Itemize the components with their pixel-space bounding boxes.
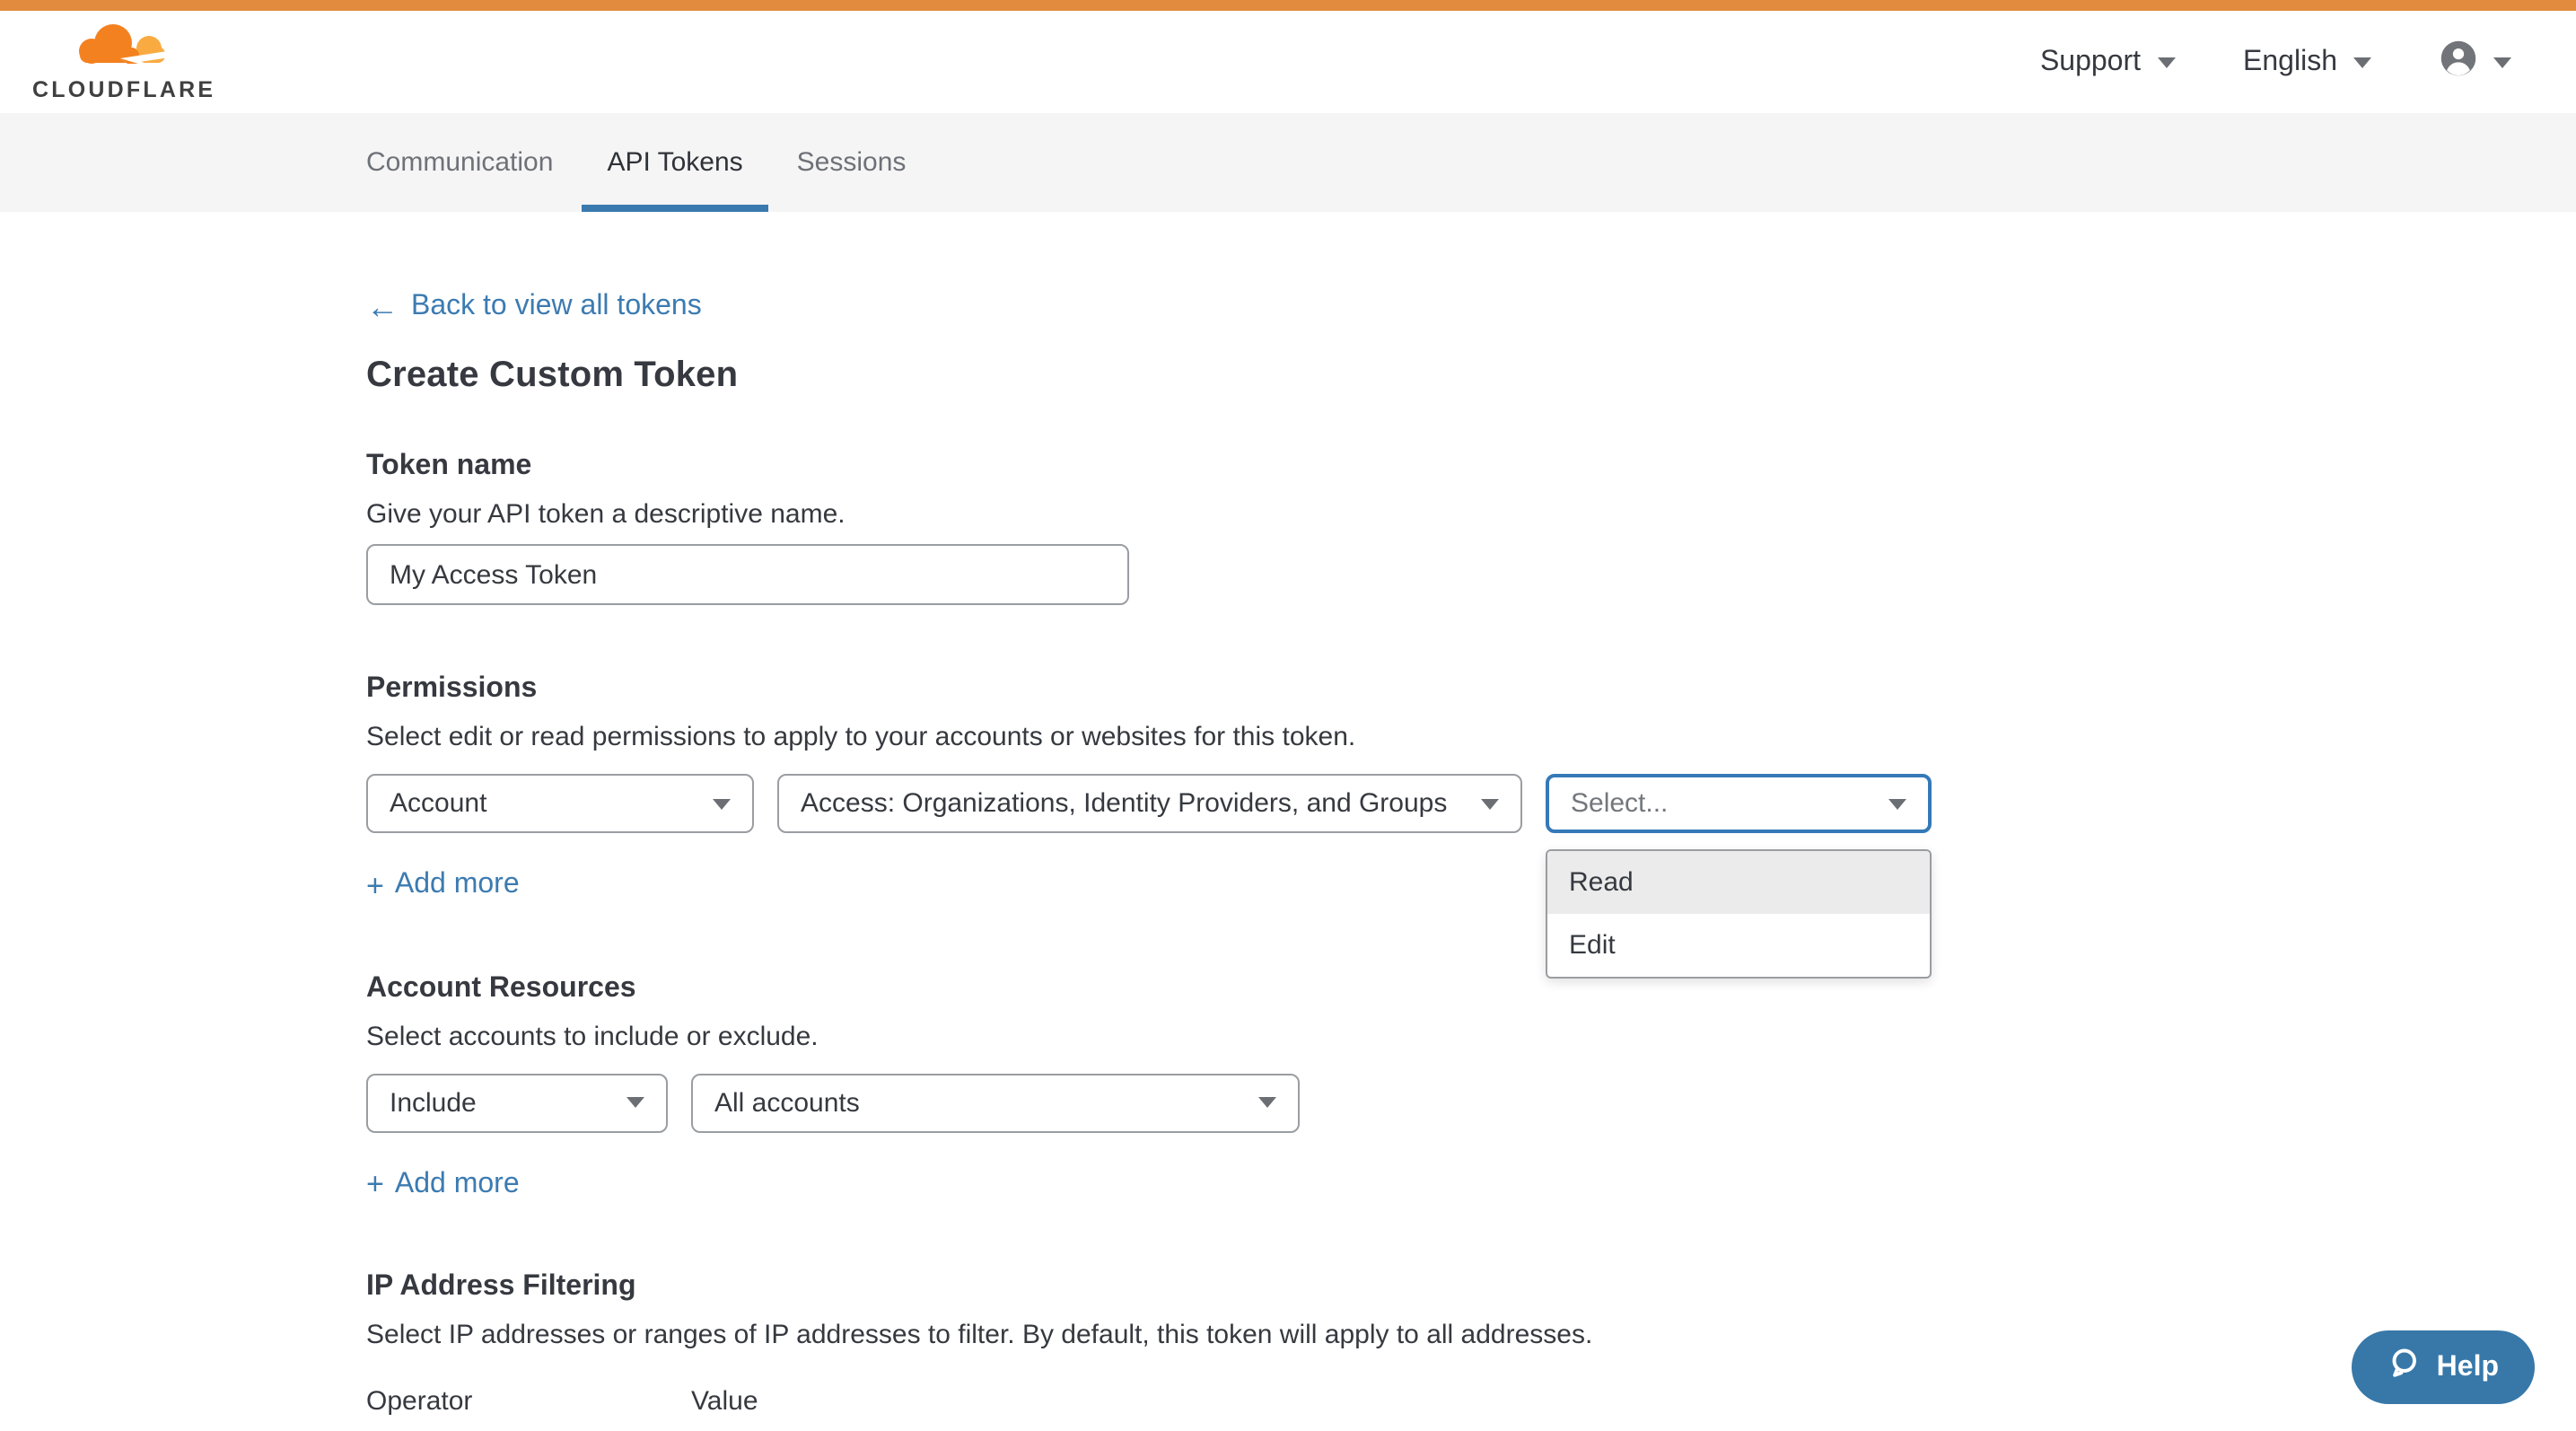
permission-resource-select[interactable]: Access: Organizations, Identity Provider… (777, 774, 1522, 833)
language-label: English (2243, 46, 2337, 78)
permissions-add-more-link[interactable]: + Add more (366, 869, 520, 901)
tab-api-tokens[interactable]: API Tokens (582, 113, 767, 212)
arrow-left-icon: ← (366, 291, 399, 323)
permissions-section: Permissions Select edit or read permissi… (366, 673, 2576, 904)
back-link-label: Back to view all tokens (411, 291, 702, 323)
support-label: Support (2040, 46, 2141, 78)
permissions-description: Select edit or read permissions to apply… (366, 722, 2576, 752)
token-name-input[interactable] (366, 544, 1129, 605)
account-resources-add-more-link[interactable]: + Add more (366, 1168, 520, 1200)
operator-label: Operator (366, 1386, 691, 1417)
permission-scope-value: Account (390, 788, 486, 819)
ip-filtering-section: IP Address Filtering Select IP addresses… (366, 1271, 2576, 1431)
tab-communication[interactable]: Communication (341, 113, 578, 212)
ip-filtering-heading: IP Address Filtering (366, 1271, 2576, 1304)
value-label: Value (691, 1386, 758, 1417)
token-name-section: Token name Give your API token a descrip… (366, 451, 2576, 605)
main-content: ← Back to view all tokens Create Custom … (0, 212, 2576, 1431)
resource-mode-value: Include (390, 1087, 477, 1118)
chevron-down-icon (2493, 57, 2511, 67)
ip-filtering-description: Select IP addresses or ranges of IP addr… (366, 1320, 2576, 1350)
support-menu[interactable]: Support (2040, 46, 2175, 78)
chevron-down-icon (1888, 798, 1906, 809)
token-name-description: Give your API token a descriptive name. (366, 499, 2576, 530)
account-menu[interactable] (2440, 39, 2511, 85)
page: CLOUDFLARE Support English (0, 0, 2576, 1431)
permission-resource-value: Access: Organizations, Identity Provider… (801, 788, 1447, 819)
help-button[interactable]: Help (2353, 1330, 2535, 1404)
account-resources-row: Include All accounts (366, 1073, 2576, 1132)
cloudflare-wordmark: CLOUDFLARE (32, 77, 215, 102)
permissions-heading: Permissions (366, 673, 2576, 706)
account-resources-section: Account Resources Select accounts to inc… (366, 972, 2576, 1203)
chevron-down-icon (2157, 57, 2175, 67)
chevron-down-icon (1481, 798, 1499, 809)
page-title: Create Custom Token (366, 356, 2576, 397)
chevron-down-icon (626, 1097, 644, 1108)
chevron-down-icon (2353, 57, 2371, 67)
header: CLOUDFLARE Support English (0, 11, 2576, 113)
resource-mode-select[interactable]: Include (366, 1073, 668, 1132)
tab-band: Communication API Tokens Sessions (0, 113, 2576, 212)
resource-accounts-select[interactable]: All accounts (691, 1073, 1300, 1132)
chevron-down-icon (1258, 1097, 1276, 1108)
ip-filtering-labels: Operator Value (366, 1386, 2576, 1417)
cloudflare-logo-link[interactable]: CLOUDFLARE (32, 22, 215, 102)
tabs-nav: Communication API Tokens Sessions (0, 113, 2576, 212)
help-button-label: Help (2437, 1351, 2499, 1383)
cloudflare-cloud-icon (74, 22, 174, 79)
permission-scope-select[interactable]: Account (366, 774, 754, 833)
permission-level-wrap: Select... Read Edit (1546, 774, 1932, 833)
add-more-label: Add more (395, 869, 520, 901)
permission-level-select[interactable]: Select... (1546, 774, 1932, 833)
permissions-row: Account Access: Organizations, Identity … (366, 774, 2576, 833)
user-avatar-icon (2440, 39, 2477, 85)
permission-level-menu: Read Edit (1546, 849, 1932, 979)
permission-level-value: Select... (1571, 788, 1668, 819)
account-resources-heading: Account Resources (366, 972, 2576, 1005)
header-controls: Support English (2040, 39, 2511, 85)
account-resources-description: Select accounts to include or exclude. (366, 1021, 2576, 1051)
chat-bubble-icon (2388, 1347, 2421, 1388)
plus-icon: + (366, 1169, 384, 1199)
resource-accounts-value: All accounts (714, 1087, 860, 1118)
plus-icon: + (366, 870, 384, 900)
chevron-down-icon (713, 798, 731, 809)
tab-sessions[interactable]: Sessions (772, 113, 932, 212)
add-more-label: Add more (395, 1168, 520, 1200)
menu-item-edit[interactable]: Edit (1547, 914, 1930, 977)
language-menu[interactable]: English (2243, 46, 2371, 78)
token-name-heading: Token name (366, 451, 2576, 483)
top-accent-bar (0, 0, 2576, 11)
menu-item-read[interactable]: Read (1547, 851, 1930, 914)
back-to-tokens-link[interactable]: ← Back to view all tokens (366, 291, 702, 323)
